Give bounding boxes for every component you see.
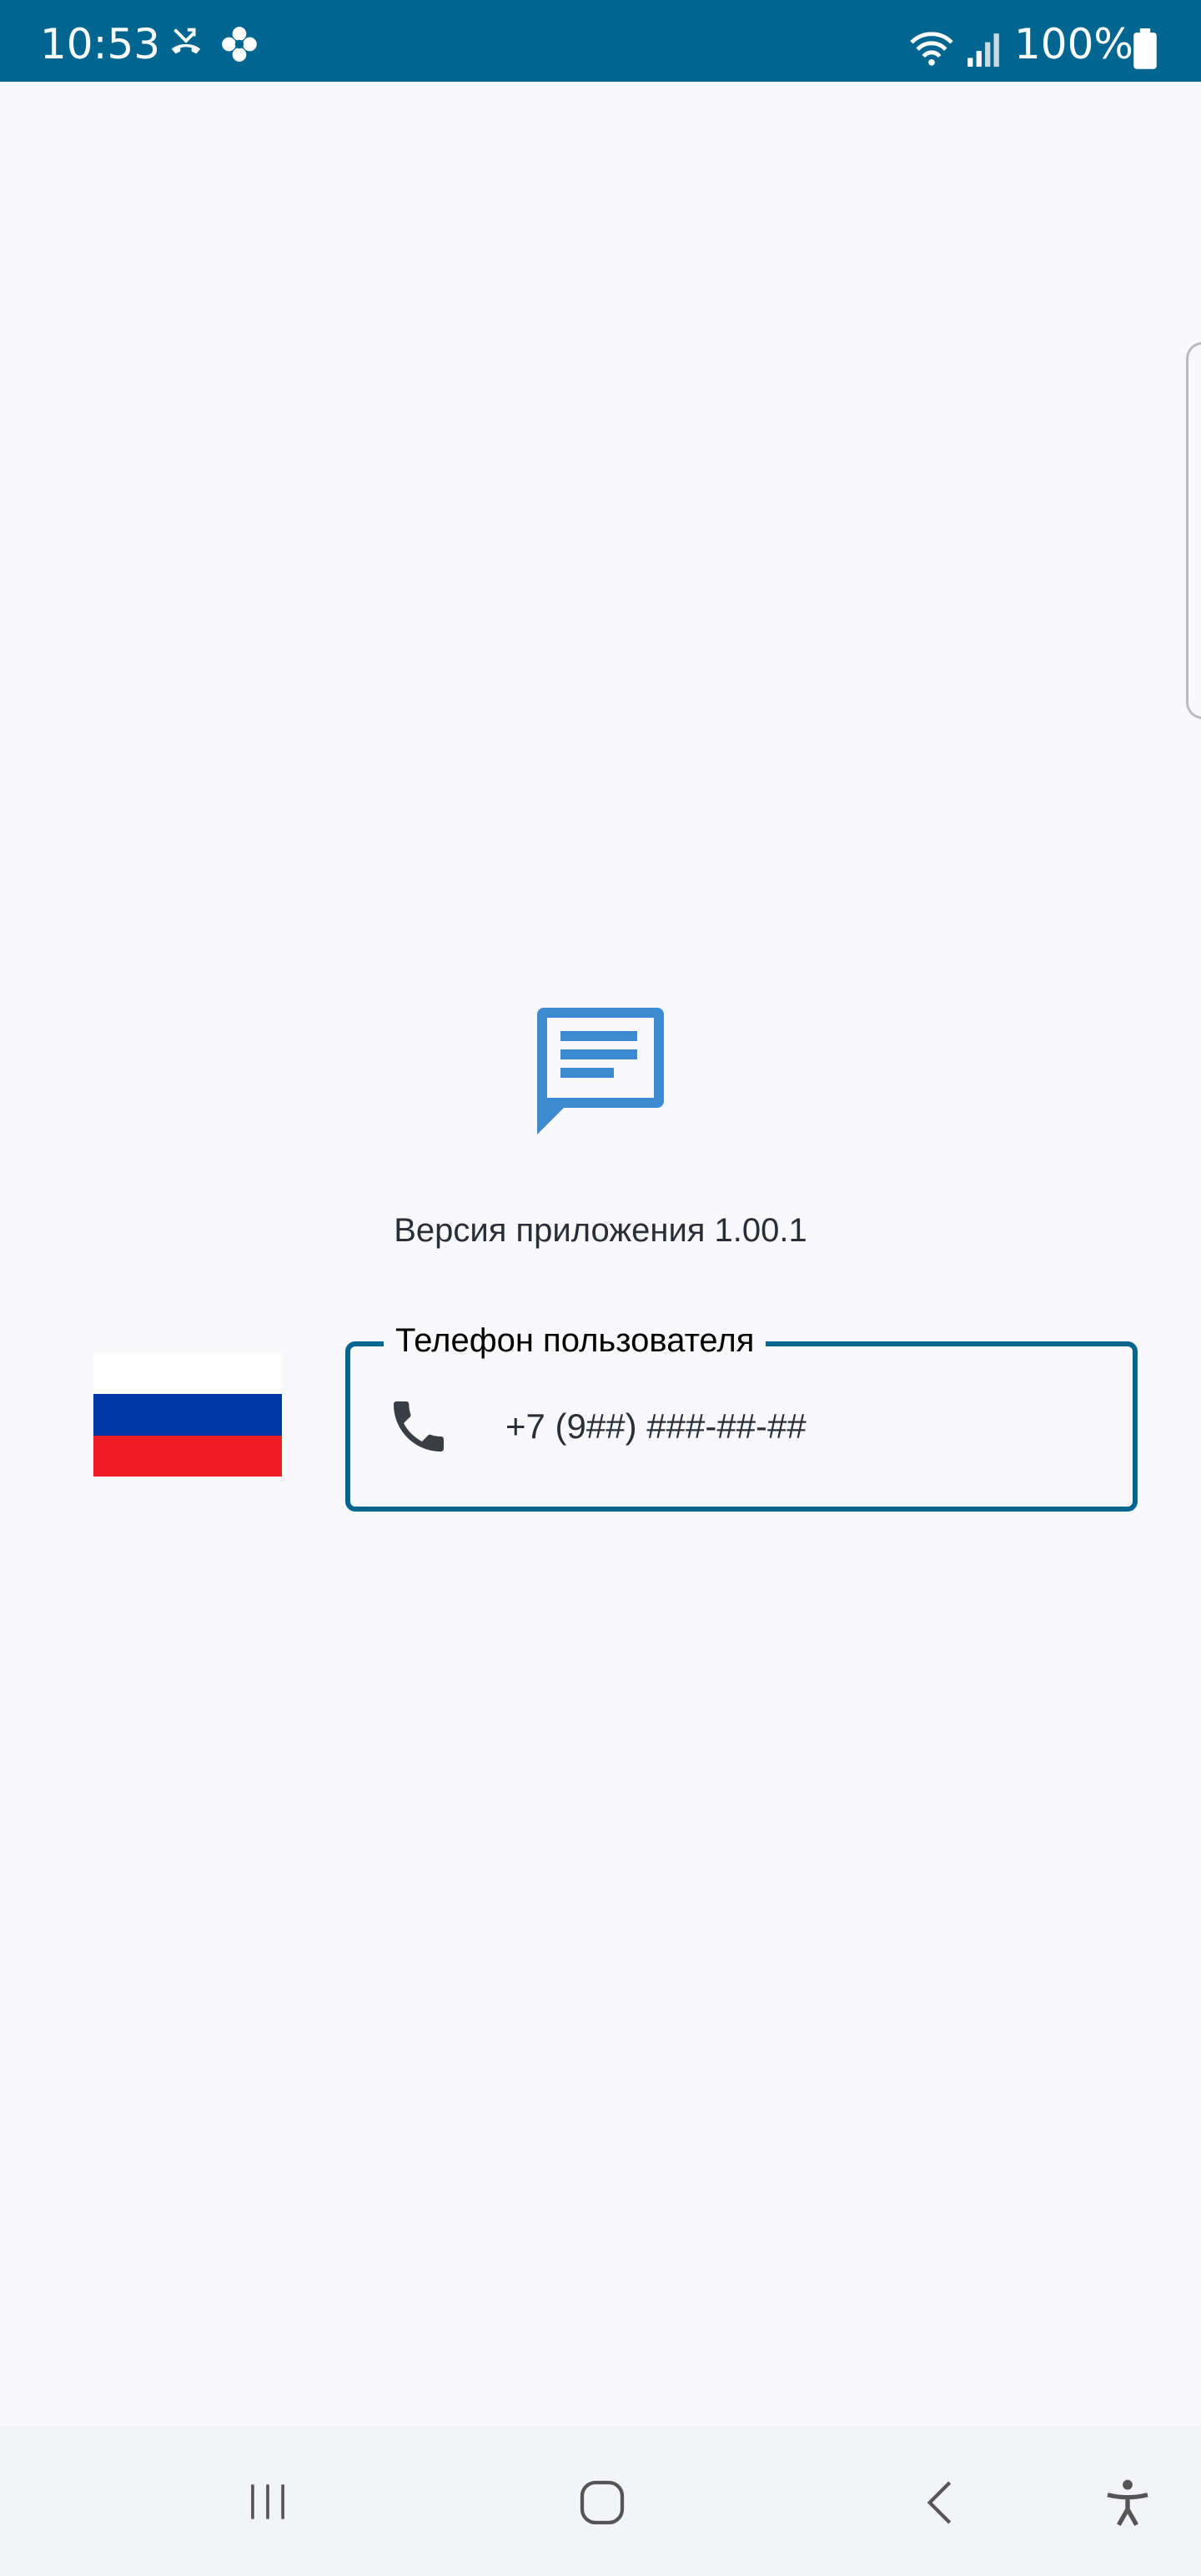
home-icon[interactable] (575, 2476, 629, 2529)
country-flag-selector[interactable] (93, 1353, 282, 1477)
status-bar: 10:53 100% (0, 0, 1201, 82)
back-icon[interactable] (914, 2476, 967, 2529)
battery-icon (1133, 28, 1157, 69)
missed-call-icon (171, 28, 201, 54)
battery-percentage: 100% (1014, 20, 1133, 68)
phone-field-label: Телефон пользователя (384, 1320, 766, 1361)
signal-icon (967, 33, 999, 67)
phone-icon (394, 1401, 444, 1452)
recent-apps-icon[interactable] (242, 2476, 294, 2528)
status-time: 10:53 (40, 20, 161, 68)
flag-stripe-white (93, 1353, 282, 1395)
app-version-label: Версия приложения 1.00.1 (394, 1212, 807, 1249)
flower-icon (222, 27, 257, 62)
edge-panel-handle[interactable] (1186, 342, 1201, 719)
accessibility-icon[interactable] (1101, 2476, 1154, 2529)
navigation-bar (0, 2426, 1201, 2576)
wifi-icon (910, 32, 953, 66)
flag-stripe-blue (93, 1394, 282, 1436)
flag-stripe-red (93, 1435, 282, 1477)
chat-message-icon (537, 1008, 664, 1135)
phone-input[interactable] (505, 1401, 1089, 1452)
